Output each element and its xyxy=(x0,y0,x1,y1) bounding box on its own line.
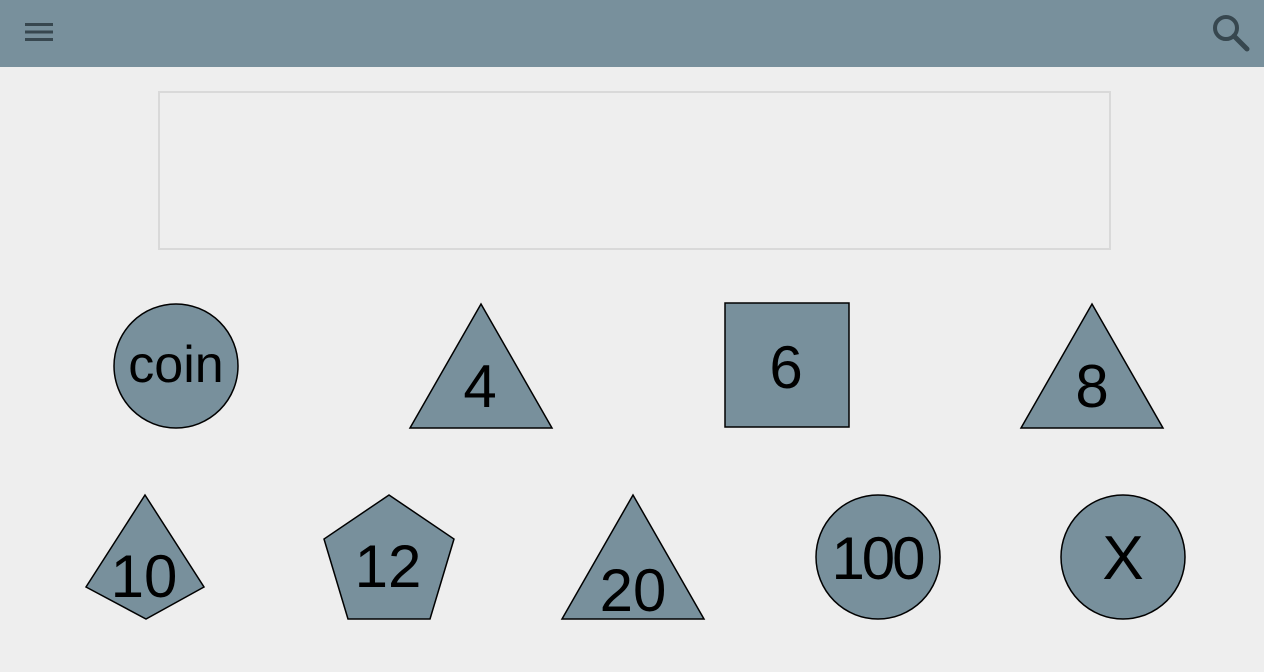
search-icon xyxy=(1213,15,1250,52)
result-display xyxy=(158,91,1111,250)
die-label: 12 xyxy=(355,533,422,600)
die-label: X xyxy=(1102,524,1143,593)
d10-die-button[interactable]: 10 xyxy=(84,493,208,621)
d100-die-button[interactable]: 100 xyxy=(814,493,942,621)
hamburger-menu-icon xyxy=(25,23,53,41)
die-label: 100 xyxy=(831,525,924,592)
menu-button[interactable] xyxy=(18,14,62,50)
die-label: 6 xyxy=(769,334,802,401)
search-button[interactable] xyxy=(1206,8,1256,58)
d4-die-button[interactable]: 4 xyxy=(408,302,554,430)
coin-die-button[interactable]: coin xyxy=(112,302,240,430)
d12-die-button[interactable]: 12 xyxy=(322,493,456,621)
custom-die-button[interactable]: X xyxy=(1059,493,1187,621)
die-label: coin xyxy=(128,336,223,394)
die-label: 20 xyxy=(600,557,667,624)
d8-die-button[interactable]: 8 xyxy=(1019,302,1165,430)
die-label: 8 xyxy=(1075,353,1108,420)
d20-die-button[interactable]: 20 xyxy=(560,493,706,624)
app-bar xyxy=(0,0,1264,67)
d6-die-button[interactable]: 6 xyxy=(724,302,852,430)
die-label: 10 xyxy=(111,543,178,610)
die-label: 4 xyxy=(463,353,496,420)
